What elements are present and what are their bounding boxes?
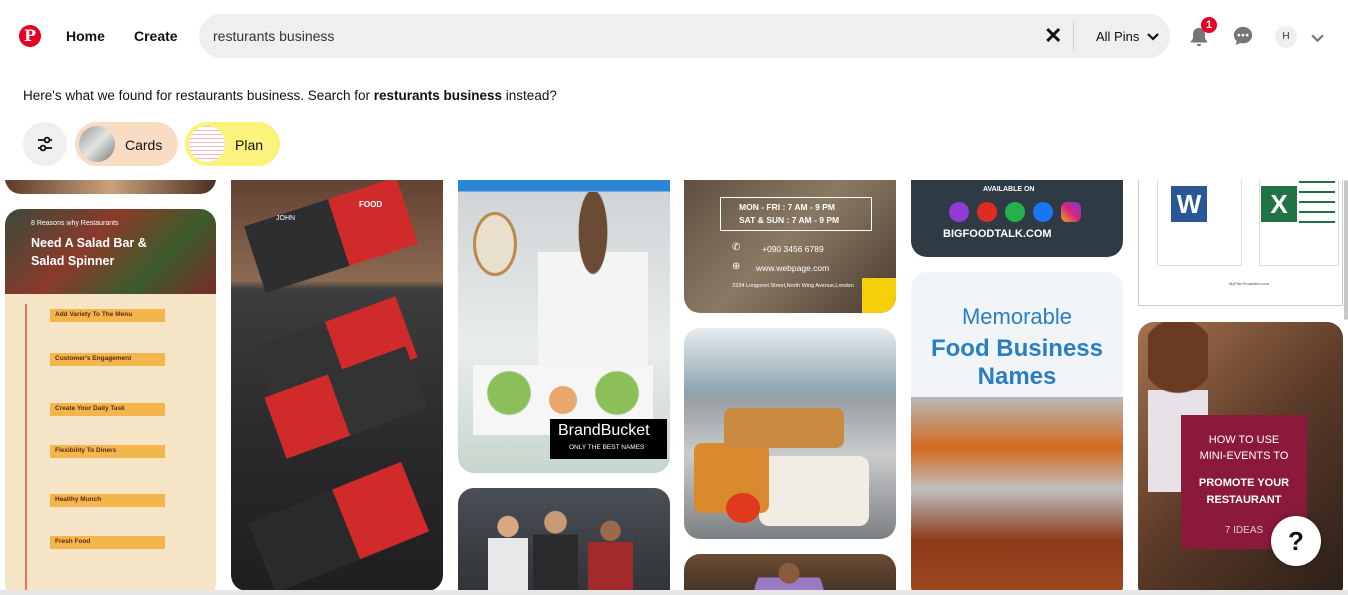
pin-bigfoodtalk-podcast[interactable]: AVAILABLE ON BIGFOODTALK.COM: [911, 180, 1123, 257]
chef-figure: [538, 192, 648, 392]
wall-mirror: [473, 212, 517, 276]
brandbucket-tagline: ONLY THE BEST NAMES: [569, 444, 645, 451]
salad-item-0: Add Variety To The Menu: [50, 309, 165, 322]
search-filter-select[interactable]: All Pins: [1096, 29, 1159, 44]
buffet-tray-veg: [724, 408, 844, 448]
search-input[interactable]: [213, 28, 1013, 44]
pinterest-logo-icon[interactable]: P: [19, 25, 41, 47]
youtube-icon: [977, 202, 997, 222]
mini-events-line3: PROMOTE YOUR: [1198, 477, 1290, 489]
flower-garnish: [726, 493, 760, 523]
pin-brandbucket-chef[interactable]: BrandBucket ONLY THE BEST NAMES: [458, 180, 670, 473]
excel-grid: [1299, 181, 1335, 223]
salad-title-line1: 8 Reasons why Restaurants: [31, 220, 119, 227]
pin-business-cards[interactable]: JOHN FOOD: [231, 180, 443, 591]
salad-item-3: Flexibility To Diners: [50, 445, 165, 458]
account-chevron-down-icon[interactable]: [1311, 30, 1324, 48]
hours-phone: +090 3456 6789: [762, 244, 824, 254]
mini-events-line1: HOW TO USE: [1208, 434, 1280, 446]
podcast-icon: [949, 202, 969, 222]
hours-weekend: SAT & SUN : 7 AM - 9 PM: [739, 215, 840, 225]
hours-weekday: MON - FRI : 7 AM - 9 PM: [739, 202, 836, 212]
pin-restaurant-staff[interactable]: [458, 488, 670, 592]
salad-title-line3: Salad Spinner: [31, 254, 115, 268]
bigfood-available-on: AVAILABLE ON: [983, 186, 1035, 193]
salad-item-4: Healthy Munch: [50, 494, 165, 507]
pin-office-templates[interactable]: W X MyPlanTemplates.com: [1138, 180, 1343, 306]
notification-count-badge: 1: [1201, 17, 1217, 33]
salad-title-line2: Need A Salad Bar &: [31, 236, 147, 250]
notice-original-query-link[interactable]: resturants business: [374, 88, 502, 103]
card-brand-label: FOOD: [359, 200, 383, 209]
salad-item-5: Fresh Food: [50, 536, 165, 549]
search-correction-notice: Here's what we found for restaurants bus…: [23, 88, 557, 103]
instagram-icon: [1061, 202, 1081, 222]
salad-item-2: Create Your Daily Task: [50, 403, 165, 416]
mini-events-line2: MINI-EVENTS TO: [1199, 450, 1289, 462]
pin-food-business-names[interactable]: Memorable Food Business Names: [911, 272, 1123, 592]
pin-grid: 8 Reasons why Restaurants Need A Salad B…: [0, 180, 1348, 592]
hours-address: 2234 Longonet Street,North Wing Avenue,L…: [732, 283, 854, 289]
chip-plan-thumbnail: [189, 126, 225, 162]
clear-search-icon[interactable]: ✕: [1044, 23, 1062, 49]
pin-restaurant-owner[interactable]: [684, 554, 896, 592]
sliders-icon: [37, 136, 53, 157]
search-filter-label: All Pins: [1096, 29, 1140, 44]
bigfood-site: BIGFOODTALK.COM: [943, 228, 1052, 240]
card-mock-1: [244, 180, 418, 294]
vertical-scrollbar[interactable]: [1344, 180, 1348, 320]
chip-cards-thumbnail: [79, 126, 115, 162]
staff-figure-2: [533, 508, 578, 592]
facebook-icon: [1033, 202, 1053, 222]
yellow-corner: [862, 278, 896, 313]
staff-figure-3: [588, 518, 633, 592]
filters-button[interactable]: [23, 122, 67, 166]
messages-icon[interactable]: [1232, 25, 1254, 52]
card-name-label: JOHN: [276, 215, 296, 222]
globe-icon: ⊕: [732, 261, 741, 272]
notice-prefix: Here's what we found for restaurants bus…: [23, 88, 374, 103]
excel-logo-icon: X: [1261, 186, 1297, 222]
notice-suffix: instead?: [502, 88, 557, 103]
foodnames-line3: Names: [977, 363, 1057, 390]
chip-plan-label: Plan: [235, 137, 264, 153]
foodnames-line1: Memorable: [961, 304, 1073, 329]
search-bar: ✕ All Pins: [199, 14, 1170, 58]
chafing-dishes: [911, 397, 1123, 592]
help-button[interactable]: ?: [1271, 516, 1321, 566]
search-divider: [1073, 22, 1074, 50]
horizontal-scrollbar[interactable]: [0, 590, 1348, 595]
chip-cards[interactable]: Cards: [75, 122, 178, 166]
pin-salad-bar-infographic[interactable]: 8 Reasons why Restaurants Need A Salad B…: [5, 209, 216, 592]
owner-figure: [754, 560, 824, 592]
staff-figure-1: [488, 513, 528, 592]
chip-cards-label: Cards: [125, 137, 163, 153]
salad-item-1: Customer's Engagement: [50, 353, 165, 366]
pin-restaurant-table[interactable]: [5, 180, 216, 194]
top-header: P Home Create ✕ All Pins 1 H: [0, 0, 1348, 72]
nav-create-link[interactable]: Create: [134, 28, 178, 44]
card-mock-4: [247, 461, 430, 591]
office-caption: MyPlanTemplates.com: [1229, 281, 1270, 286]
user-avatar[interactable]: H: [1275, 26, 1297, 48]
pin-opening-hours-flyer[interactable]: MON - FRI : 7 AM - 9 PM SAT & SUN : 7 AM…: [684, 180, 896, 313]
salad-timeline-line: [25, 304, 27, 592]
buffet-tray-rice: [759, 456, 869, 526]
chevron-down-icon: [1147, 29, 1159, 44]
spotify-icon: [1005, 202, 1025, 222]
chip-plan[interactable]: Plan: [185, 122, 280, 166]
hours-website: www.webpage.com: [756, 263, 830, 273]
pin-buffet-trays[interactable]: [684, 328, 896, 539]
brandbucket-logo: BrandBucket: [558, 422, 650, 439]
phone-icon: ✆: [732, 242, 741, 253]
mini-events-line4: RESTAURANT: [1206, 494, 1282, 506]
foodnames-line2: Food Business: [930, 335, 1104, 362]
nav-home-link[interactable]: Home: [66, 28, 105, 44]
word-logo-icon: W: [1171, 186, 1207, 222]
